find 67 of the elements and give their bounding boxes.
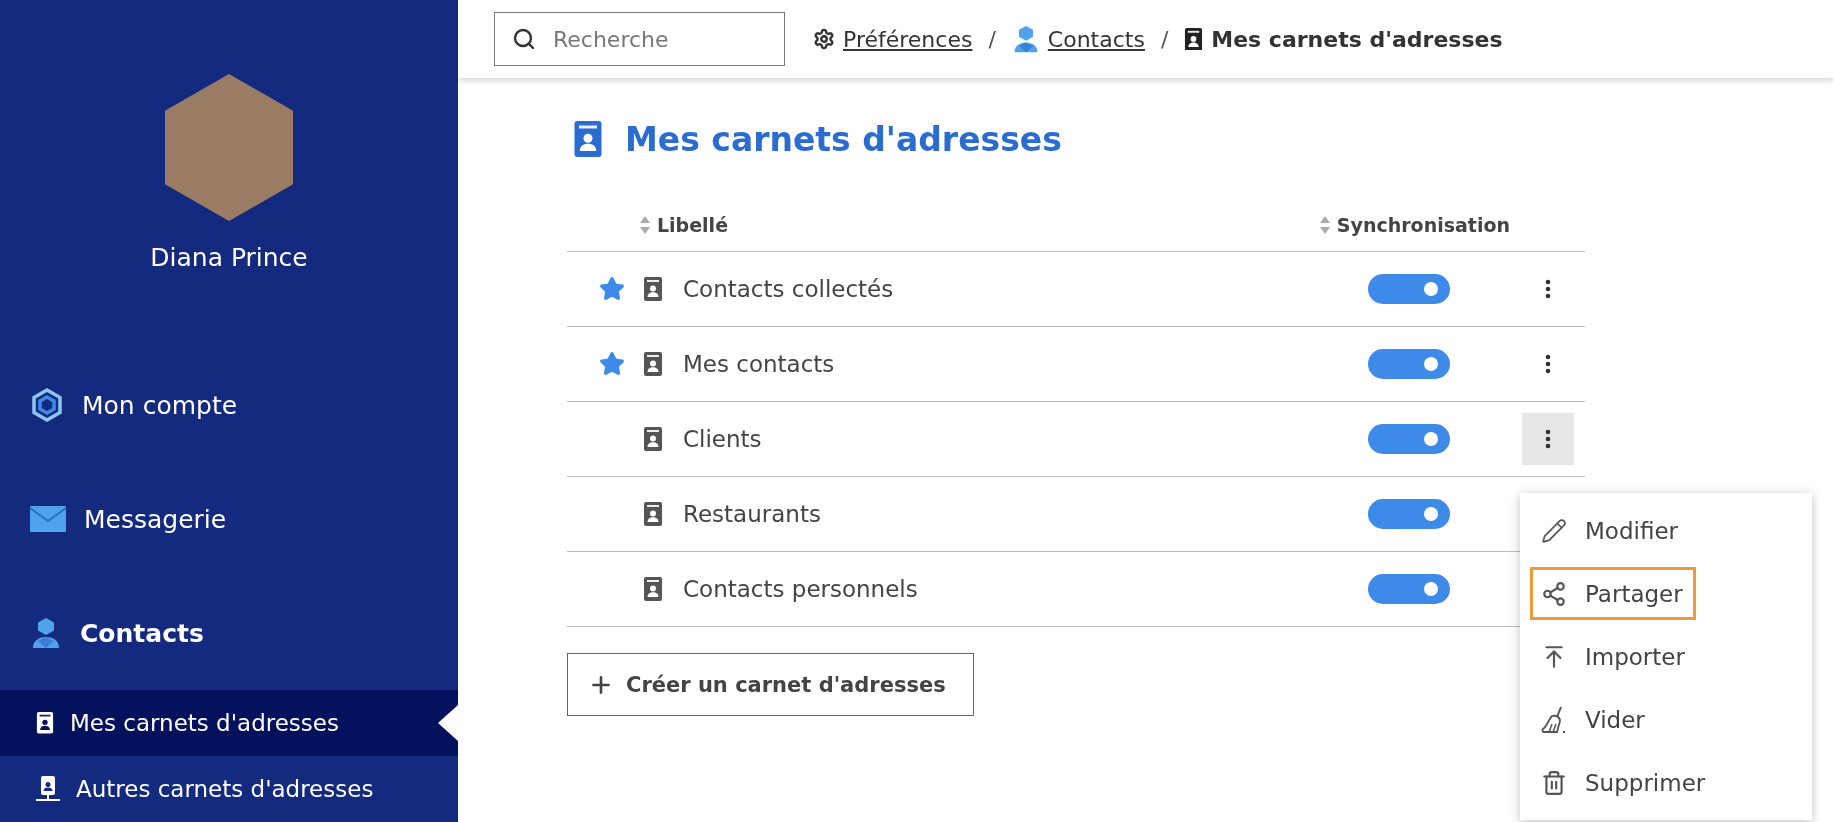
address-book-name: Contacts collectés xyxy=(683,276,895,302)
address-book-icon xyxy=(643,427,663,451)
sort-icon xyxy=(1318,215,1331,235)
more-icon xyxy=(1545,354,1551,374)
search-icon xyxy=(512,27,536,51)
breadcrumb-link[interactable]: Préférences xyxy=(843,26,973,52)
share-icon xyxy=(1541,580,1567,607)
column-header[interactable]: Libellé xyxy=(639,214,1319,236)
selection-pointer xyxy=(438,705,458,741)
menu-item[interactable]: Partager xyxy=(1530,567,1696,620)
sidebar-item-label: Messagerie xyxy=(84,504,227,534)
menu-item-label: Modifier xyxy=(1585,517,1678,544)
broom-icon xyxy=(1541,705,1567,734)
sort-icon xyxy=(639,215,651,235)
address-book-icon xyxy=(1184,27,1204,51)
address-book-name: Mes contacts xyxy=(683,351,836,377)
hexagon-icon xyxy=(30,388,64,422)
address-book-icon xyxy=(643,277,663,301)
sidebar-subitem-label: Mes carnets d'adresses xyxy=(70,710,339,736)
menu-item-label: Vider xyxy=(1585,706,1645,733)
menu-item[interactable]: Vider xyxy=(1530,693,1680,746)
sync-toggle[interactable] xyxy=(1368,349,1450,379)
star-icon[interactable] xyxy=(599,276,625,302)
trash-icon xyxy=(1541,769,1567,796)
address-book-name: Clients xyxy=(683,426,763,452)
breadcrumb-separator: / xyxy=(988,26,996,52)
menu-item-label: Supprimer xyxy=(1585,769,1706,796)
sidebar-item-label: Mon compte xyxy=(82,390,238,420)
address-book-stand-icon xyxy=(36,776,60,802)
settings-icon xyxy=(813,28,835,50)
search-field[interactable]: Recherche xyxy=(494,12,785,66)
person-icon xyxy=(30,617,62,649)
create-address-book-button[interactable]: Créer un carnet d'adresses xyxy=(567,653,974,716)
sync-toggle[interactable] xyxy=(1368,424,1450,454)
user-name: Diana Prince xyxy=(149,243,309,272)
address-book-icon xyxy=(643,352,663,376)
sidebar-subitem[interactable]: Mes carnets d'adresses xyxy=(0,690,458,756)
sidebar-item[interactable]: Contacts xyxy=(0,612,458,654)
address-book-name: Restaurants xyxy=(683,501,822,527)
address-book-name: Contacts personnels xyxy=(683,576,919,602)
more-icon xyxy=(1545,429,1551,449)
breadcrumb-current: Mes carnets d'adresses xyxy=(1211,26,1503,52)
address-book-icon xyxy=(573,121,603,157)
menu-item[interactable]: Importer xyxy=(1530,630,1698,683)
sync-toggle[interactable] xyxy=(1368,274,1450,304)
envelope-icon xyxy=(30,506,66,532)
page-title: Mes carnets d'adresses xyxy=(625,119,1062,159)
address-book-icon xyxy=(36,712,54,734)
sync-toggle[interactable] xyxy=(1368,499,1450,529)
sidebar-item[interactable]: Messagerie xyxy=(0,498,458,540)
menu-item[interactable]: Modifier xyxy=(1530,504,1691,557)
address-book-icon xyxy=(643,502,663,526)
sidebar-subitem[interactable]: Autres carnets d'adresses xyxy=(0,756,458,822)
sidebar-subitem-label: Autres carnets d'adresses xyxy=(76,776,374,802)
menu-item[interactable]: Supprimer xyxy=(1530,756,1719,809)
star-icon[interactable] xyxy=(599,351,625,377)
more-icon xyxy=(1545,279,1551,299)
breadcrumb-separator: / xyxy=(1160,26,1169,52)
pencil-icon xyxy=(1541,517,1567,544)
sync-toggle[interactable] xyxy=(1368,574,1450,604)
menu-item-label: Partager xyxy=(1585,580,1683,607)
breadcrumb-link[interactable]: Contacts xyxy=(1047,26,1145,52)
sidebar-item[interactable]: Mon compte xyxy=(0,384,458,426)
sidebar-item-label: Contacts xyxy=(80,618,204,648)
column-header-label: Libellé xyxy=(657,214,729,236)
address-book-icon xyxy=(643,577,663,601)
menu-item-label: Importer xyxy=(1585,643,1685,670)
